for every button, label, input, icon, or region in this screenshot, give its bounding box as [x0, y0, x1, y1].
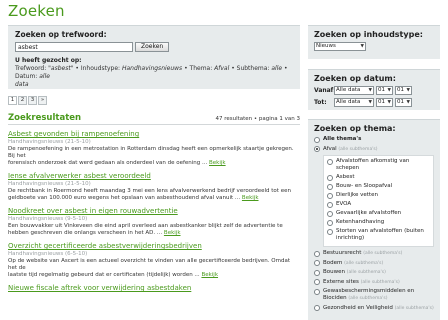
radio-button[interactable]	[327, 192, 333, 199]
result-snippet: Op de website van Ascert is een actueel …	[8, 258, 290, 278]
page-link-2[interactable]: 2	[18, 96, 27, 105]
radio-button[interactable]	[314, 288, 320, 295]
theme-option-afval[interactable]: Afval (alle subthema's)	[314, 146, 434, 153]
result-item: Noodkreet over asbest in eigen rouwadver…	[8, 207, 300, 237]
date-to-month-select[interactable]: 01 ▼	[376, 98, 393, 107]
chevron-down-icon: ▼	[387, 100, 391, 105]
subtheme-list: Afvalstoffen afkomstig van schepen Asbes…	[323, 155, 434, 247]
result-snippet: De rechtbank in Roermond heeft maandag 3…	[8, 188, 291, 201]
content-type-select[interactable]: Nieuws ▼	[314, 42, 366, 51]
radio-button[interactable]	[327, 219, 333, 226]
radio-button[interactable]	[327, 158, 333, 165]
radio-button[interactable]	[314, 136, 320, 143]
result-item: Asbest gevonden bij rampenoefening Handh…	[8, 130, 300, 167]
pagination: 1 2 3 »	[8, 96, 48, 105]
result-meta: Handhavingsnieuws (21-5-10)	[8, 139, 91, 145]
keyword-search-title: Zoeken op trefwoord:	[15, 30, 107, 39]
date-from-label: Vanaf:	[314, 87, 336, 94]
theme-option-gewasbescherming[interactable]: Gewasbeschermingsmiddelen en Biociden (a…	[314, 288, 434, 302]
subtheme-option[interactable]: Storten van afvalstoffen (buiten inricht…	[327, 228, 430, 242]
result-title-link[interactable]: Overzicht gecertificeerde asbestverwijde…	[8, 242, 300, 251]
result-more-link[interactable]: Bekijk	[209, 160, 226, 166]
content-type-title: Zoeken op inhoudstype:	[314, 30, 423, 39]
theme-option-bodem[interactable]: Bodem (alle subthema's)	[314, 260, 434, 267]
radio-button[interactable]	[314, 260, 320, 266]
chevron-down-icon: ▼	[360, 44, 364, 49]
theme-filter-panel: Zoeken op thema: Alle thema's Afval (all…	[308, 119, 440, 320]
searched-for-label: U heeft gezocht op:	[15, 57, 82, 64]
keyword-search-panel: Zoeken op trefwoord: Zoeken U heeft gezo…	[8, 25, 300, 89]
date-to-year-select[interactable]: 01 ▼	[395, 98, 412, 107]
result-item: Iense afvalverwerker asbest veroordeeld …	[8, 172, 300, 202]
chevron-down-icon: ▼	[406, 100, 410, 105]
theme-option-bouwen[interactable]: Bouwen (alle subthema's)	[314, 269, 434, 276]
page-link-next[interactable]: »	[38, 96, 47, 105]
date-to-label: Tot:	[314, 99, 327, 106]
result-more-link[interactable]: Bekijk	[242, 195, 259, 201]
radio-button[interactable]	[327, 174, 333, 181]
theme-filter-title: Zoeken op thema:	[314, 124, 396, 133]
subtheme-option[interactable]: EVOA	[327, 201, 430, 208]
result-item: Overzicht gecertificeerde asbestverwijde…	[8, 242, 300, 279]
date-to-row: Tot: Alle data ▼ 01 ▼ 01 ▼	[314, 98, 434, 107]
date-filter-panel: Zoeken op datum: Vanaf: Alle data ▼ 01 ▼ 0…	[308, 69, 440, 110]
page-link-1[interactable]: 1	[8, 96, 17, 105]
page-title: Zoeken	[8, 2, 65, 20]
chevron-down-icon: ▼	[368, 100, 372, 105]
search-button[interactable]: Zoeken	[135, 42, 170, 52]
result-item: Nieuwe fiscale aftrek voor verwijdering …	[8, 284, 300, 293]
result-snippet: Een bouwvakker uit Vinkeveen die eind ap…	[8, 223, 283, 236]
radio-button[interactable]	[314, 269, 320, 276]
date-to-day-select[interactable]: Alle data ▼	[334, 98, 374, 107]
subtheme-option[interactable]: Afvalstoffen afkomstig van schepen	[327, 158, 430, 172]
subtheme-option[interactable]: Asbest	[327, 174, 430, 181]
date-from-year-select[interactable]: 01 ▼	[395, 86, 412, 95]
date-from-row: Vanaf: Alle data ▼ 01 ▼ 01 ▼	[314, 86, 434, 95]
result-snippet: De rampenoefening in een metrostation in…	[8, 146, 294, 166]
subtheme-option[interactable]: Dierlijke vetten	[327, 192, 430, 199]
searched-for-summary: Trefwoord: "asbest" • Inhoudstype: Handh…	[15, 65, 288, 88]
page-link-3[interactable]: 3	[28, 96, 37, 105]
subtheme-option[interactable]: Bouw- en Sloopafval	[327, 183, 430, 190]
search-input[interactable]	[15, 42, 133, 52]
radio-button[interactable]	[314, 279, 320, 285]
result-meta: Handhavingsnieuws (21-5-10)	[8, 181, 91, 187]
date-from-month-select[interactable]: 01 ▼	[376, 86, 393, 95]
radio-button[interactable]	[314, 146, 320, 152]
content-type-value: Nieuws	[316, 43, 336, 49]
result-title-link[interactable]: Iense afvalverwerker asbest veroordeeld	[8, 172, 300, 181]
content-type-panel: Zoeken op inhoudstype: Nieuws ▼	[308, 25, 440, 59]
radio-button[interactable]	[327, 210, 333, 217]
radio-button[interactable]	[327, 183, 333, 190]
result-meta: Handhavingsnieuws (9-5-10)	[8, 216, 88, 222]
radio-button[interactable]	[314, 305, 320, 311]
result-meta: Handhavingsnieuws (6-5-10)	[8, 251, 88, 257]
theme-option-bestuursrecht[interactable]: Bestuursrecht (alle subthema's)	[314, 250, 434, 257]
result-title-link[interactable]: Asbest gevonden bij rampenoefening	[8, 130, 300, 139]
date-filter-title: Zoeken op datum:	[314, 74, 396, 83]
result-more-link[interactable]: Bekijk	[164, 230, 181, 236]
subtheme-option[interactable]: Ketenhandhaving	[327, 219, 430, 226]
chevron-down-icon: ▼	[387, 88, 391, 93]
radio-button[interactable]	[327, 228, 333, 235]
radio-button[interactable]	[314, 250, 320, 257]
chevron-down-icon: ▼	[368, 88, 372, 93]
search-results: Zoekresultaten 47 resultaten • pagina 1 …	[8, 113, 300, 293]
date-from-day-select[interactable]: Alle data ▼	[334, 86, 374, 95]
result-more-link[interactable]: Bekijk	[201, 272, 218, 278]
chevron-down-icon: ▼	[406, 88, 410, 93]
result-title-link[interactable]: Nieuwe fiscale aftrek voor verwijdering …	[8, 284, 300, 293]
theme-option-gezondheid[interactable]: Gezondheid en Veiligheid (alle subthema'…	[314, 305, 434, 312]
results-title: Zoekresultaten	[8, 113, 82, 123]
theme-option-externe-sites[interactable]: Externe sites (alle subthema's)	[314, 279, 434, 286]
theme-option-all[interactable]: Alle thema's	[314, 136, 434, 143]
subtheme-option[interactable]: Gevaarlijke afvalstoffen	[327, 210, 430, 217]
results-count: 47 resultaten • pagina 1 van 3	[215, 116, 300, 122]
radio-button[interactable]	[327, 201, 333, 208]
result-title-link[interactable]: Noodkreet over asbest in eigen rouwadver…	[8, 207, 300, 216]
